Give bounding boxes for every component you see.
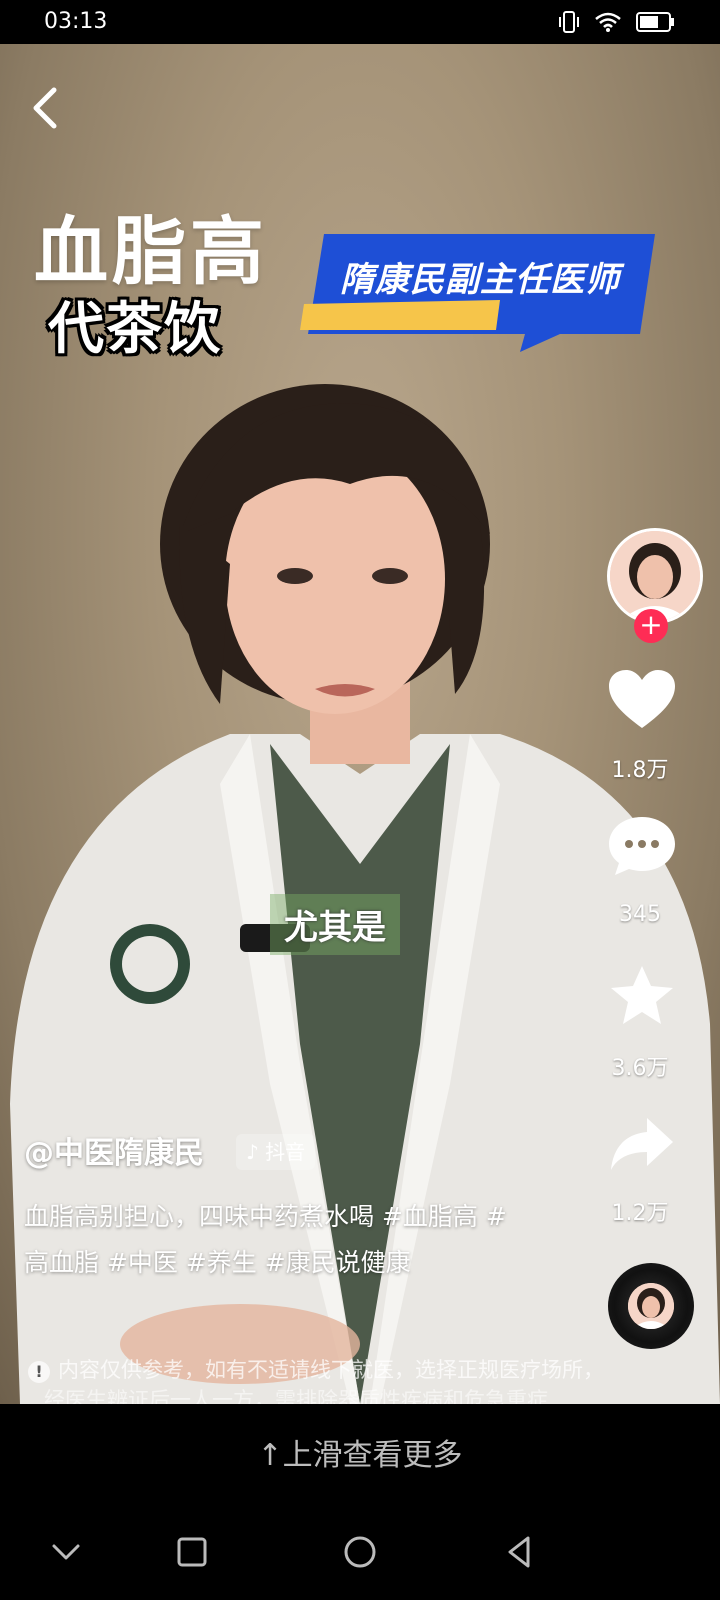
disclaimer-line2: 经医生辨证后一人一方，需排除器质性疾病和危急重症 xyxy=(44,1388,548,1404)
comment-count: 345 xyxy=(619,902,661,927)
video-subtitle: 尤其是 xyxy=(270,894,400,955)
nav-recents-button[interactable] xyxy=(170,1530,214,1574)
music-disc[interactable] xyxy=(608,1263,694,1349)
wifi-icon xyxy=(595,12,621,32)
like-icon[interactable] xyxy=(607,668,677,730)
video-sub-headline: 代茶饮 xyxy=(48,297,222,362)
share-arrow-icon[interactable] xyxy=(607,1112,677,1174)
nav-home-button[interactable] xyxy=(338,1530,382,1574)
status-icons xyxy=(558,10,676,34)
vibrate-icon xyxy=(559,11,579,33)
medical-disclaimer: ! 内容仅供参考，如有不适请线下就医，选择正规医疗场所， xyxy=(28,1354,708,1384)
video-caption[interactable]: 血脂高别担心，四味中药煮水喝 #血脂高 #高血脂 #中医 #养生 #康民说健康 xyxy=(24,1194,524,1286)
arrow-up-icon: ↑ xyxy=(257,1438,283,1473)
follow-button[interactable]: + xyxy=(634,609,668,643)
platform-tag-label: 抖音 xyxy=(265,1140,306,1164)
disclaimer-line1: 内容仅供参考，如有不适请线下就医，选择正规医疗场所， xyxy=(58,1358,604,1382)
music-cover-face-icon xyxy=(628,1283,674,1329)
status-time: 03:13 xyxy=(44,9,108,34)
like-count: 1.8万 xyxy=(611,758,669,783)
favorite-count: 3.6万 xyxy=(611,1056,669,1081)
favorite-star-icon[interactable] xyxy=(607,964,677,1026)
music-note-icon: ♪ xyxy=(246,1140,259,1164)
music-cover xyxy=(628,1283,674,1329)
share-count: 1.2万 xyxy=(611,1201,669,1226)
comment-icon[interactable] xyxy=(607,815,677,877)
nav-back-button[interactable] xyxy=(498,1530,542,1574)
battery-icon xyxy=(636,12,674,32)
swipe-up-label: 上滑查看更多 xyxy=(282,1438,463,1473)
status-bar: 03:13 xyxy=(0,0,720,44)
info-icon: ! xyxy=(28,1361,50,1383)
swipe-up-prompt[interactable]: ↑上滑查看更多 xyxy=(0,1430,720,1474)
author-name[interactable]: @中医隋康民 xyxy=(24,1128,204,1172)
platform-tag: ♪ 抖音 xyxy=(236,1134,316,1170)
doctor-title-text: 隋康民副主任医师 xyxy=(340,260,620,300)
nav-hide-button[interactable] xyxy=(44,1530,88,1574)
video-headline: 血脂高 xyxy=(34,209,268,295)
back-button[interactable] xyxy=(22,78,72,138)
